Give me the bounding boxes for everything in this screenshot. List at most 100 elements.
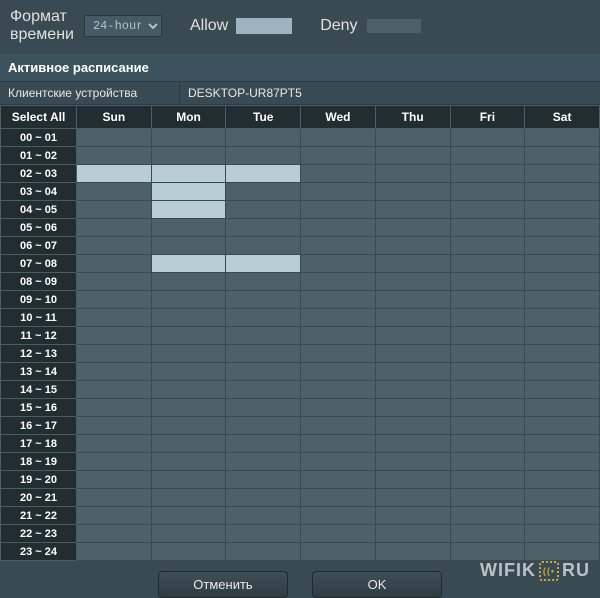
time-row-label[interactable]: 17 ~ 18 <box>1 435 77 453</box>
schedule-cell[interactable] <box>525 165 600 183</box>
schedule-cell[interactable] <box>151 237 226 255</box>
schedule-cell[interactable] <box>375 507 450 525</box>
schedule-cell[interactable] <box>301 543 376 561</box>
schedule-cell[interactable] <box>301 147 376 165</box>
schedule-cell[interactable] <box>450 165 525 183</box>
schedule-cell[interactable] <box>301 183 376 201</box>
schedule-cell[interactable] <box>151 201 226 219</box>
schedule-cell[interactable] <box>375 165 450 183</box>
time-row-label[interactable]: 14 ~ 15 <box>1 381 77 399</box>
schedule-cell[interactable] <box>151 291 226 309</box>
schedule-cell[interactable] <box>450 345 525 363</box>
schedule-cell[interactable] <box>151 345 226 363</box>
schedule-cell[interactable] <box>226 381 301 399</box>
schedule-cell[interactable] <box>226 237 301 255</box>
schedule-cell[interactable] <box>525 471 600 489</box>
schedule-cell[interactable] <box>77 129 152 147</box>
schedule-cell[interactable] <box>450 399 525 417</box>
schedule-cell[interactable] <box>226 363 301 381</box>
schedule-cell[interactable] <box>77 345 152 363</box>
time-row-label[interactable]: 09 ~ 10 <box>1 291 77 309</box>
schedule-cell[interactable] <box>77 453 152 471</box>
schedule-cell[interactable] <box>151 435 226 453</box>
schedule-cell[interactable] <box>375 237 450 255</box>
schedule-cell[interactable] <box>77 201 152 219</box>
time-row-label[interactable]: 15 ~ 16 <box>1 399 77 417</box>
schedule-cell[interactable] <box>375 525 450 543</box>
day-header[interactable]: Wed <box>301 106 376 129</box>
schedule-cell[interactable] <box>77 399 152 417</box>
schedule-cell[interactable] <box>77 327 152 345</box>
schedule-cell[interactable] <box>301 381 376 399</box>
select-all-header[interactable]: Select All <box>1 106 77 129</box>
schedule-cell[interactable] <box>525 543 600 561</box>
schedule-cell[interactable] <box>151 543 226 561</box>
schedule-cell[interactable] <box>226 453 301 471</box>
schedule-cell[interactable] <box>450 201 525 219</box>
schedule-cell[interactable] <box>450 525 525 543</box>
schedule-cell[interactable] <box>151 309 226 327</box>
schedule-cell[interactable] <box>450 453 525 471</box>
time-row-label[interactable]: 13 ~ 14 <box>1 363 77 381</box>
schedule-cell[interactable] <box>226 327 301 345</box>
schedule-cell[interactable] <box>226 471 301 489</box>
schedule-cell[interactable] <box>151 489 226 507</box>
schedule-cell[interactable] <box>450 273 525 291</box>
schedule-cell[interactable] <box>151 525 226 543</box>
schedule-cell[interactable] <box>77 363 152 381</box>
schedule-cell[interactable] <box>226 345 301 363</box>
schedule-cell[interactable] <box>525 489 600 507</box>
schedule-cell[interactable] <box>77 489 152 507</box>
day-header[interactable]: Fri <box>450 106 525 129</box>
schedule-cell[interactable] <box>226 129 301 147</box>
time-row-label[interactable]: 00 ~ 01 <box>1 129 77 147</box>
schedule-cell[interactable] <box>450 363 525 381</box>
schedule-cell[interactable] <box>525 381 600 399</box>
schedule-cell[interactable] <box>226 399 301 417</box>
schedule-cell[interactable] <box>77 435 152 453</box>
schedule-cell[interactable] <box>301 399 376 417</box>
schedule-cell[interactable] <box>226 435 301 453</box>
schedule-cell[interactable] <box>525 327 600 345</box>
cancel-button[interactable]: Отменить <box>158 571 288 598</box>
schedule-cell[interactable] <box>301 255 376 273</box>
schedule-cell[interactable] <box>301 165 376 183</box>
schedule-cell[interactable] <box>525 507 600 525</box>
schedule-cell[interactable] <box>375 399 450 417</box>
time-row-label[interactable]: 04 ~ 05 <box>1 201 77 219</box>
schedule-cell[interactable] <box>301 507 376 525</box>
schedule-cell[interactable] <box>525 417 600 435</box>
schedule-cell[interactable] <box>450 543 525 561</box>
schedule-cell[interactable] <box>525 147 600 165</box>
time-row-label[interactable]: 19 ~ 20 <box>1 471 77 489</box>
schedule-cell[interactable] <box>301 435 376 453</box>
schedule-cell[interactable] <box>151 183 226 201</box>
schedule-cell[interactable] <box>375 543 450 561</box>
schedule-cell[interactable] <box>226 291 301 309</box>
schedule-cell[interactable] <box>375 453 450 471</box>
schedule-cell[interactable] <box>375 291 450 309</box>
schedule-cell[interactable] <box>301 489 376 507</box>
ok-button[interactable]: OK <box>312 571 442 598</box>
schedule-cell[interactable] <box>375 219 450 237</box>
schedule-cell[interactable] <box>450 507 525 525</box>
schedule-cell[interactable] <box>301 129 376 147</box>
schedule-cell[interactable] <box>301 273 376 291</box>
schedule-cell[interactable] <box>226 489 301 507</box>
schedule-cell[interactable] <box>77 147 152 165</box>
schedule-cell[interactable] <box>226 183 301 201</box>
time-row-label[interactable]: 23 ~ 24 <box>1 543 77 561</box>
schedule-cell[interactable] <box>525 129 600 147</box>
time-row-label[interactable]: 22 ~ 23 <box>1 525 77 543</box>
schedule-cell[interactable] <box>301 525 376 543</box>
client-device-name[interactable]: DESKTOP-UR87PT5 <box>180 82 600 104</box>
time-row-label[interactable]: 10 ~ 11 <box>1 309 77 327</box>
schedule-cell[interactable] <box>226 525 301 543</box>
time-row-label[interactable]: 02 ~ 03 <box>1 165 77 183</box>
schedule-cell[interactable] <box>151 471 226 489</box>
schedule-cell[interactable] <box>226 417 301 435</box>
schedule-cell[interactable] <box>301 201 376 219</box>
schedule-cell[interactable] <box>226 507 301 525</box>
schedule-cell[interactable] <box>151 327 226 345</box>
schedule-cell[interactable] <box>77 291 152 309</box>
